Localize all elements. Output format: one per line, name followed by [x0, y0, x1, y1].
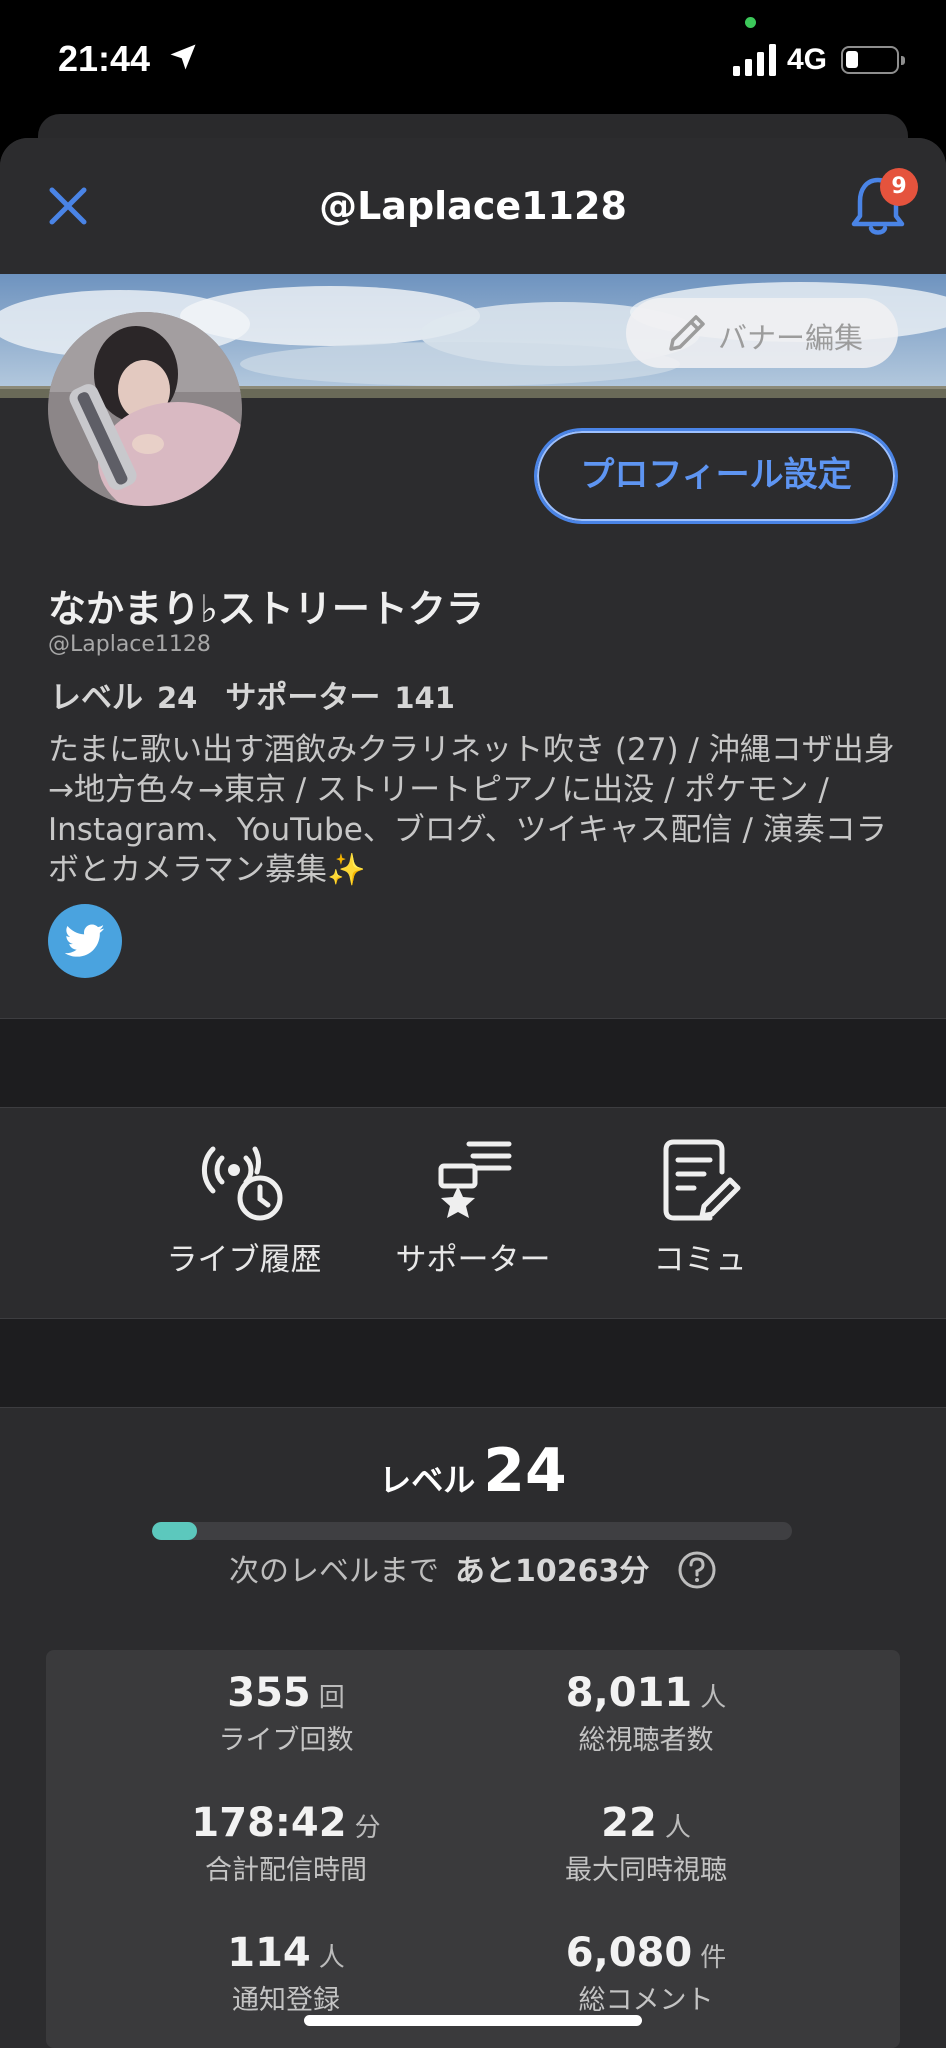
live-history-label: ライブ履歴 — [166, 1242, 322, 1278]
community-label: コミュ — [653, 1242, 747, 1278]
supporter-button[interactable]: サポーター — [373, 1132, 573, 1279]
stat-notification-subscribers: 114 人 通知登録 — [136, 1930, 436, 2017]
twitter-link-button[interactable] — [48, 904, 122, 978]
stat-label: ライブ回数 — [218, 1725, 354, 1756]
stat-unit: 人 — [318, 1943, 345, 1973]
stat-value: 8,011 — [565, 1670, 693, 1716]
stat-value: 114 — [227, 1930, 311, 1976]
stat-label: 最大同時視聴 — [565, 1855, 727, 1886]
privacy-indicator-dot — [745, 17, 756, 28]
supporter-shortcut-label: サポーター — [395, 1242, 551, 1278]
live-history-button[interactable]: ライブ履歴 — [144, 1132, 344, 1279]
supporter-count: 141 — [394, 681, 455, 715]
sheet-header: @Laplace1128 9 — [0, 138, 946, 274]
twitter-icon — [65, 924, 105, 957]
stat-unit: 人 — [664, 1813, 691, 1843]
level-value: 24 — [157, 681, 198, 715]
user-handle: @Laplace1128 — [48, 632, 211, 657]
stats-card: 355 回 ライブ回数 8,011 人 総視聴者数 178:42 分 合計配信時間 2… — [46, 1650, 900, 2048]
section-gap — [0, 1319, 946, 1407]
home-indicator[interactable] — [304, 2015, 642, 2026]
level-heading-value: 24 — [483, 1436, 567, 1506]
profile-sheet: @Laplace1128 9 バナー編集 プロフィール設定 なかまり♭ストリート… — [0, 138, 946, 2048]
network-type: 4G — [787, 43, 828, 76]
next-level-info: 次のレベルまで あと10263分 — [0, 1546, 946, 1590]
cellular-signal-icon — [733, 44, 776, 76]
banner-edit-button[interactable]: バナー編集 — [626, 298, 898, 368]
stat-unit: 件 — [700, 1943, 727, 1973]
stat-total-stream-time: 178:42 分 合計配信時間 — [136, 1800, 436, 1887]
supporter-icon — [438, 1141, 512, 1218]
stat-label: 通知登録 — [232, 1985, 340, 2016]
supporter-label: サポーター — [225, 680, 381, 716]
live-history-icon — [201, 1146, 283, 1221]
stat-label: 合計配信時間 — [205, 1855, 367, 1886]
help-icon[interactable] — [677, 1550, 717, 1590]
level-heading-label: レベル — [379, 1461, 476, 1499]
stat-value: 178:42 — [191, 1800, 347, 1846]
status-bar: 21:44 4G — [0, 0, 946, 120]
battery-icon — [841, 46, 905, 74]
stat-label: 総コメント — [578, 1985, 714, 2016]
stat-unit: 分 — [354, 1813, 381, 1843]
level-progress-fill — [152, 1522, 197, 1540]
next-level-value: あと10263分 — [455, 1554, 650, 1589]
avatar[interactable] — [48, 312, 242, 506]
profile-settings-button[interactable]: プロフィール設定 — [534, 428, 898, 524]
community-icon — [663, 1139, 741, 1221]
level-progress-bar — [152, 1522, 792, 1540]
level-heading: レベル 24 — [0, 1436, 946, 1506]
notification-badge: 9 — [880, 168, 918, 206]
status-time: 21:44 — [58, 38, 151, 79]
stat-total-comments: 6,080 件 総コメント — [496, 1930, 796, 2017]
section-gap — [0, 1019, 946, 1107]
display-name: なかまり♭ストリートクラ — [48, 587, 484, 631]
next-level-label: 次のレベルまで — [229, 1554, 440, 1589]
stat-max-concurrent: 22 人 最大同時視聴 — [496, 1800, 796, 1887]
level-label: レベル — [50, 680, 143, 716]
section-divider — [0, 1107, 946, 1108]
profile-bio: たまに歌い出す酒飲みクラリネット吹き (27) / 沖縄コザ出身→地方色々→東京… — [48, 732, 895, 888]
profile-stats: レベル 24 サポーター 141 — [50, 672, 483, 717]
location-arrow-icon — [170, 44, 196, 70]
stat-value: 355 — [227, 1670, 311, 1716]
stat-unit: 人 — [700, 1683, 727, 1713]
banner-edit-label: バナー編集 — [718, 321, 864, 355]
stat-value: 6,080 — [565, 1930, 693, 1976]
section-divider — [0, 1407, 946, 1408]
stat-unit: 回 — [318, 1683, 345, 1713]
stat-label: 総視聴者数 — [578, 1725, 714, 1756]
stat-total-viewers: 8,011 人 総視聴者数 — [496, 1670, 796, 1757]
pencil-icon — [669, 315, 705, 351]
stat-value: 22 — [601, 1800, 657, 1846]
community-button[interactable]: コミュ — [600, 1132, 800, 1279]
stat-live-count: 355 回 ライブ回数 — [136, 1670, 436, 1757]
page-title: @Laplace1128 — [319, 184, 627, 228]
